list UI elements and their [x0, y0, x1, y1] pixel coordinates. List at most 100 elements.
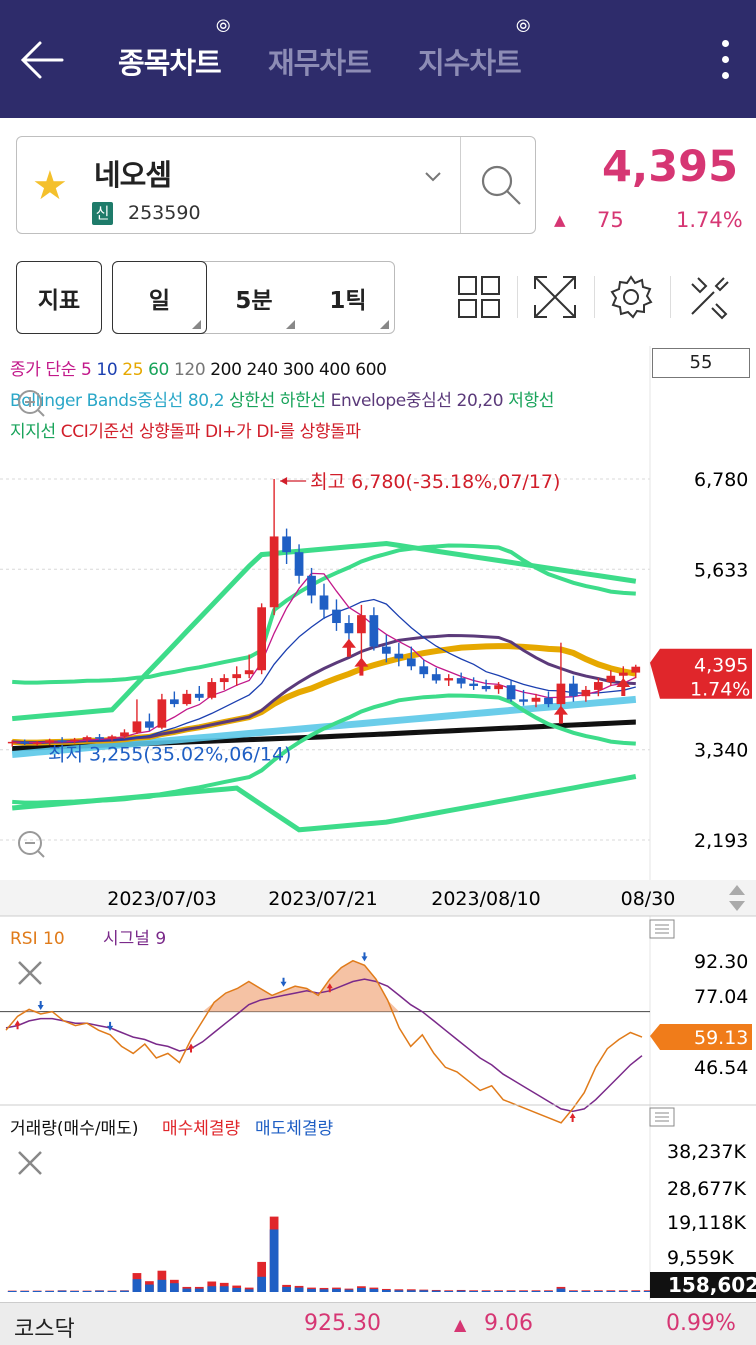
- volume-bar-sell: [419, 1290, 429, 1292]
- panel-menu-lines: [655, 924, 669, 934]
- candle-body: [556, 683, 566, 705]
- volume-bar-sell: [381, 1289, 391, 1292]
- volume-bar-sell: [494, 1290, 503, 1292]
- volume-bar-sell: [82, 1290, 92, 1292]
- candle-body: [232, 674, 242, 679]
- candle-body: [606, 675, 616, 683]
- candle-body: [95, 737, 104, 739]
- close-x: [18, 961, 42, 985]
- volume-bar-sell: [132, 1279, 142, 1292]
- current-price-tag-value: 4,395: [694, 655, 748, 677]
- candle-body: [132, 721, 142, 733]
- volume-bar-sell: [282, 1286, 291, 1292]
- candle-body: [269, 536, 279, 608]
- candle-body: [7, 741, 17, 744]
- volume-bar-sell: [519, 1290, 528, 1292]
- rsi-line: [5, 959, 643, 1124]
- candle-body: [82, 737, 92, 740]
- candle-body: [494, 685, 503, 690]
- candle-body: [182, 693, 192, 705]
- rsi-signal-arrow: [14, 1020, 21, 1030]
- date-axis-label: 08/30: [621, 888, 676, 910]
- volume-axis-label: 19,118K: [667, 1212, 746, 1234]
- up-arrow-icon: ▲: [454, 1315, 467, 1334]
- volume-bar-sell: [57, 1290, 67, 1292]
- volume-buy-label: 매수체결량: [162, 1119, 241, 1139]
- candle-body: [57, 740, 67, 742]
- volume-bar-sell: [481, 1290, 491, 1292]
- volume-bar-sell: [307, 1288, 316, 1292]
- volume-bar-sell: [357, 1287, 366, 1292]
- candle-body: [207, 682, 217, 698]
- candle-body: [194, 693, 204, 698]
- volume-title: 거래량(매수/매도): [10, 1119, 138, 1139]
- volume-bar-sell: [556, 1288, 566, 1292]
- candle-body: [369, 615, 379, 647]
- volume-bar-sell: [593, 1290, 603, 1292]
- candle-body: [506, 685, 516, 700]
- date-axis-label: 2023/08/10: [431, 888, 541, 910]
- date-axis-label: 2023/07/03: [107, 888, 217, 910]
- candle-body: [32, 742, 42, 745]
- candle-body: [419, 666, 429, 675]
- volume-bar-sell: [506, 1290, 516, 1292]
- volume-bar-sell: [294, 1287, 304, 1292]
- rsi-signal-arrow: [37, 1000, 44, 1010]
- volume-bar-sell: [406, 1290, 416, 1292]
- candle-body: [20, 741, 30, 744]
- candle-body: [120, 732, 129, 737]
- price-axis-label: 5,633: [694, 559, 748, 581]
- volume-bar-sell: [631, 1290, 641, 1292]
- close-volume-icon[interactable]: [18, 1151, 42, 1175]
- candle-body: [282, 536, 291, 553]
- volume-bar-sell: [257, 1276, 267, 1292]
- volume-bar-sell: [32, 1290, 42, 1292]
- close-rsi-icon[interactable]: [18, 961, 42, 985]
- candle-body: [531, 697, 541, 702]
- rsi-signal-arrow: [361, 952, 368, 962]
- volume-axis-label: 38,237K: [667, 1141, 746, 1163]
- volume-bar-sell: [606, 1290, 616, 1292]
- volume-bar-sell: [319, 1289, 329, 1292]
- candle-body: [294, 552, 304, 576]
- price-axis-label: 3,340: [694, 740, 748, 762]
- volume-bar-sell: [456, 1290, 466, 1292]
- candle-body: [394, 653, 404, 659]
- candle-body: [157, 699, 167, 728]
- low-annotation: 최저 3,255(35.02%,06/14): [48, 744, 291, 766]
- volume-bar-sell: [107, 1290, 117, 1292]
- rsi-title: RSI 10: [10, 929, 65, 949]
- volume-bar-sell: [120, 1290, 129, 1292]
- zoom-out-icon[interactable]: [18, 831, 45, 858]
- date-axis-label: 2023/07/21: [268, 888, 378, 910]
- candle-body: [406, 658, 416, 667]
- rsi-axis-label: 77.04: [694, 986, 748, 1008]
- volume-bar-sell: [544, 1290, 553, 1292]
- zoom-in-icon[interactable]: [18, 390, 45, 417]
- volume-bar-sell: [569, 1290, 578, 1292]
- candle-body: [219, 678, 229, 683]
- volume-bar-sell: [95, 1290, 104, 1292]
- rsi-current-value: 59.13: [694, 1027, 748, 1049]
- candle-body: [631, 666, 641, 673]
- candle-body: [244, 670, 254, 675]
- candle-body: [70, 739, 79, 742]
- high-annotation: 최고 6,780(-35.18%,07/17): [310, 471, 560, 493]
- current-price-tag-pct: 1.74%: [690, 679, 750, 701]
- volume-bar-sell: [182, 1288, 192, 1292]
- candle-body: [456, 678, 466, 684]
- market-index-bar[interactable]: 코스닥 925.30 ▲ 9.06 0.99%: [0, 1302, 756, 1345]
- volume-bar-sell: [157, 1279, 167, 1292]
- stock-chart[interactable]: 6,780 5,633 3,340 2,193 최고 6,780(-35.18%,07/…: [0, 0, 756, 1302]
- volume-bar-sell: [145, 1284, 154, 1292]
- volume-axis-label: 28,677K: [667, 1178, 746, 1200]
- rsi-signal-arrow: [280, 977, 287, 987]
- index-change: 9.06: [484, 1311, 533, 1336]
- volume-bar-sell: [394, 1290, 404, 1292]
- candle-body: [319, 595, 329, 610]
- index-name: 코스닥: [14, 1317, 75, 1342]
- candle-body: [481, 685, 491, 690]
- candle-body: [469, 683, 479, 686]
- bollinger-lower-line: [11, 774, 637, 833]
- volume-bar-sell: [531, 1290, 541, 1292]
